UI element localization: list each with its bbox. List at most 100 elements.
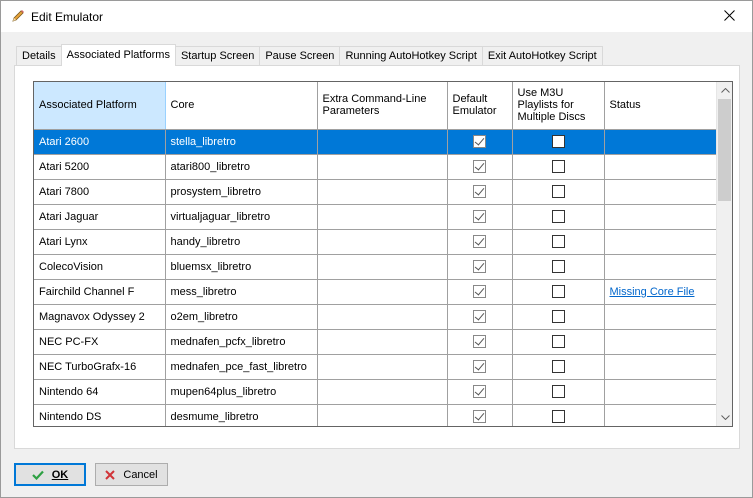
cell-extra-parameters[interactable] xyxy=(317,279,448,305)
default-emulator-checkbox[interactable] xyxy=(473,235,486,248)
column-header-core[interactable]: Core xyxy=(165,82,318,130)
tab-startup-screen[interactable]: Startup Screen xyxy=(174,46,261,66)
cell-core[interactable]: desmume_libretro xyxy=(165,404,318,426)
cell-extra-parameters[interactable] xyxy=(317,379,448,405)
cell-extra-parameters[interactable] xyxy=(317,404,448,426)
cell-extra-parameters[interactable] xyxy=(317,179,448,205)
table-row[interactable]: Atari 2600 stella_libretro xyxy=(34,129,719,155)
column-header-m3u[interactable]: Use M3U Playlists for Multiple Discs xyxy=(512,82,605,130)
cell-extra-parameters[interactable] xyxy=(317,129,448,155)
vertical-scrollbar[interactable] xyxy=(716,82,732,426)
table-row[interactable]: Atari 5200 atari800_libretro xyxy=(34,154,719,180)
close-button[interactable] xyxy=(706,1,752,32)
tab-details[interactable]: Details xyxy=(16,46,62,66)
use-m3u-checkbox[interactable] xyxy=(551,310,565,323)
cell-extra-parameters[interactable] xyxy=(317,229,448,255)
cell-core[interactable]: mess_libretro xyxy=(165,279,318,305)
scroll-up-arrow-icon[interactable] xyxy=(717,82,732,99)
status-link[interactable]: Missing Core File xyxy=(610,286,695,298)
cell-platform[interactable]: Atari 2600 xyxy=(34,129,166,155)
table-row[interactable]: Atari Lynx handy_libretro xyxy=(34,229,719,255)
use-m3u-checkbox[interactable] xyxy=(551,385,565,398)
column-header-default[interactable]: Default Emulator xyxy=(447,82,513,130)
cell-core[interactable]: mednafen_pcfx_libretro xyxy=(165,329,318,355)
cell-extra-parameters[interactable] xyxy=(317,329,448,355)
cell-extra-parameters[interactable] xyxy=(317,204,448,230)
cell-core[interactable]: prosystem_libretro xyxy=(165,179,318,205)
table-row[interactable]: Fairchild Channel Fmess_libretro Missing … xyxy=(34,279,719,305)
cell-platform[interactable]: NEC PC-FX xyxy=(34,329,166,355)
use-m3u-checkbox[interactable] xyxy=(551,135,565,148)
table-row[interactable]: NEC PC-FX mednafen_pcfx_libretro xyxy=(34,329,719,355)
cell-platform[interactable]: Fairchild Channel F xyxy=(34,279,166,305)
cell-core[interactable]: o2em_libretro xyxy=(165,304,318,330)
cell-platform[interactable]: Nintendo DS xyxy=(34,404,166,426)
table-row[interactable]: NEC TurboGrafx-16 mednafen_pce_fast_libre… xyxy=(34,354,719,380)
cell-platform[interactable]: NEC TurboGrafx-16 xyxy=(34,354,166,380)
tab-pause-screen[interactable]: Pause Screen xyxy=(259,46,341,66)
column-header-platform[interactable]: Associated Platform xyxy=(34,82,166,130)
default-emulator-checkbox[interactable] xyxy=(473,335,486,348)
tab-running-autohotkey-script[interactable]: Running AutoHotkey Script xyxy=(339,46,483,66)
cell-status xyxy=(604,179,719,205)
cell-default xyxy=(447,129,513,155)
tab-associated-platforms[interactable]: Associated Platforms xyxy=(60,44,176,66)
cell-platform[interactable]: ColecoVision xyxy=(34,254,166,280)
cell-core[interactable]: atari800_libretro xyxy=(165,154,318,180)
cell-m3u xyxy=(512,154,605,180)
cell-platform[interactable]: Atari Jaguar xyxy=(34,204,166,230)
platforms-grid[interactable]: Associated Platform Core Extra Command-L… xyxy=(33,81,733,427)
use-m3u-checkbox[interactable] xyxy=(551,360,565,373)
use-m3u-checkbox[interactable] xyxy=(551,285,565,298)
table-row[interactable]: Atari 7800 prosystem_libretro xyxy=(34,179,719,205)
scroll-down-arrow-icon[interactable] xyxy=(717,409,732,426)
default-emulator-checkbox[interactable] xyxy=(473,385,486,398)
cell-status xyxy=(604,254,719,280)
table-row[interactable]: Magnavox Odyssey 2 o2em_libretro xyxy=(34,304,719,330)
table-row[interactable]: ColecoVision bluemsx_libretro xyxy=(34,254,719,280)
cell-extra-parameters[interactable] xyxy=(317,254,448,280)
cell-core[interactable]: mupen64plus_libretro xyxy=(165,379,318,405)
cell-core[interactable]: stella_libretro xyxy=(165,129,318,155)
cell-m3u xyxy=(512,329,605,355)
table-row[interactable]: Nintendo 64 mupen64plus_libretro xyxy=(34,379,719,405)
use-m3u-checkbox[interactable] xyxy=(551,260,565,273)
default-emulator-checkbox[interactable] xyxy=(473,210,486,223)
cell-platform[interactable]: Atari Lynx xyxy=(34,229,166,255)
default-emulator-checkbox[interactable] xyxy=(473,160,486,173)
use-m3u-checkbox[interactable] xyxy=(551,185,565,198)
ok-button[interactable]: OK xyxy=(14,463,86,486)
use-m3u-checkbox[interactable] xyxy=(551,335,565,348)
default-emulator-checkbox[interactable] xyxy=(473,135,486,148)
use-m3u-checkbox[interactable] xyxy=(551,410,565,423)
tab-exit-autohotkey-script[interactable]: Exit AutoHotkey Script xyxy=(481,46,603,66)
scrollbar-thumb[interactable] xyxy=(718,99,731,201)
cell-core[interactable]: handy_libretro xyxy=(165,229,318,255)
table-row[interactable]: Nintendo DS desmume_libretro xyxy=(34,404,719,426)
column-header-status[interactable]: Status xyxy=(604,82,719,130)
cell-extra-parameters[interactable] xyxy=(317,304,448,330)
cancel-button[interactable]: Cancel xyxy=(95,463,168,486)
cell-platform[interactable]: Magnavox Odyssey 2 xyxy=(34,304,166,330)
cell-extra-parameters[interactable] xyxy=(317,154,448,180)
cell-platform[interactable]: Atari 5200 xyxy=(34,154,166,180)
column-header-extra[interactable]: Extra Command-Line Parameters xyxy=(317,82,448,130)
cell-platform[interactable]: Atari 7800 xyxy=(34,179,166,205)
use-m3u-checkbox[interactable] xyxy=(551,210,565,223)
default-emulator-checkbox[interactable] xyxy=(473,310,486,323)
default-emulator-checkbox[interactable] xyxy=(473,185,486,198)
cell-core[interactable]: mednafen_pce_fast_libretro xyxy=(165,354,318,380)
cell-core[interactable]: bluemsx_libretro xyxy=(165,254,318,280)
default-emulator-checkbox[interactable] xyxy=(473,285,486,298)
cell-extra-parameters[interactable] xyxy=(317,354,448,380)
default-emulator-checkbox[interactable] xyxy=(473,360,486,373)
default-emulator-checkbox[interactable] xyxy=(473,260,486,273)
use-m3u-checkbox[interactable] xyxy=(551,235,565,248)
default-emulator-checkbox[interactable] xyxy=(473,410,486,423)
use-m3u-checkbox[interactable] xyxy=(551,160,565,173)
x-icon xyxy=(105,469,116,480)
cell-platform[interactable]: Nintendo 64 xyxy=(34,379,166,405)
cell-core[interactable]: virtualjaguar_libretro xyxy=(165,204,318,230)
table-row[interactable]: Atari Jaguar virtualjaguar_libretro xyxy=(34,204,719,230)
cell-status xyxy=(604,379,719,405)
